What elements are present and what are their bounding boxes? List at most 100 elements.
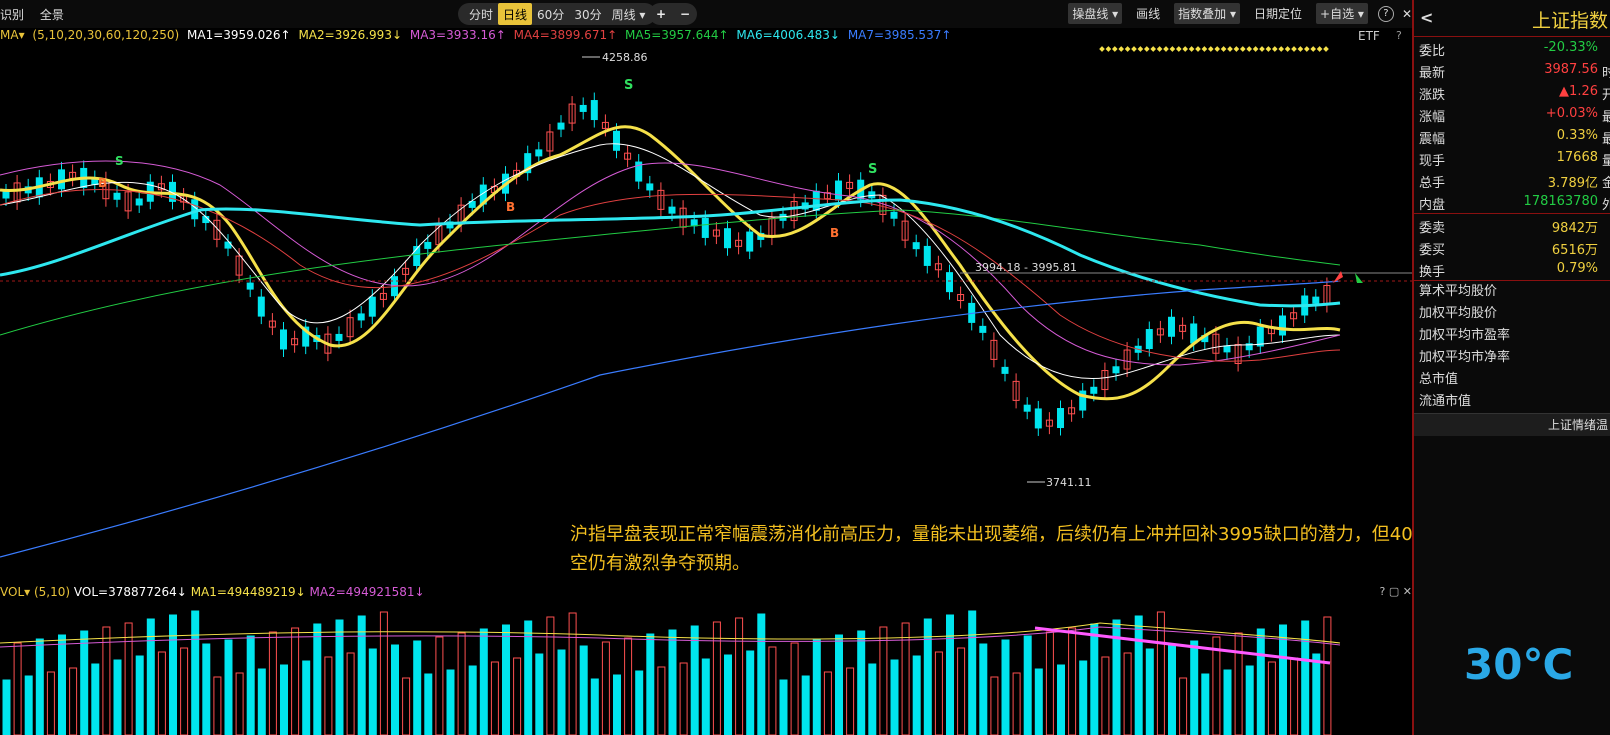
volume-bar xyxy=(1134,615,1143,735)
volume-bar xyxy=(857,630,866,735)
volume-bar xyxy=(1190,640,1199,735)
list-item: 加权平均市净率 xyxy=(1419,350,1511,365)
candle-body xyxy=(946,272,953,293)
volume-bar xyxy=(1234,632,1243,735)
ma10-line xyxy=(0,143,1341,380)
volume-bar xyxy=(946,614,954,735)
candle-body xyxy=(1145,329,1153,350)
candle-body xyxy=(646,183,654,191)
volume-bar xyxy=(934,651,943,735)
tab-daily[interactable]: 日线 xyxy=(498,3,533,25)
volume-bar xyxy=(746,650,755,735)
quote-row: 最新 3987.56 时 xyxy=(1414,59,1610,81)
candle-body xyxy=(1190,323,1198,344)
candle-body xyxy=(246,282,254,290)
panorama-button[interactable]: 全景 xyxy=(40,8,64,22)
signal-dot xyxy=(1201,46,1208,52)
period-selector: 分时 日线 60分 30分 周线 ▾ xyxy=(458,3,657,25)
ma-menu[interactable]: MA▾ xyxy=(0,28,25,42)
volume-bar xyxy=(990,676,999,735)
zoom-in-button[interactable]: + xyxy=(656,7,666,21)
volume-indicator-bar: VOL▾ (5,10) VOL=378877264↓ MA1=494489219… xyxy=(0,585,1412,601)
candles xyxy=(2,92,1331,436)
signal-dot xyxy=(1227,46,1233,52)
volume-bar xyxy=(790,642,799,735)
sell-signal: S xyxy=(115,154,124,168)
volume-bar xyxy=(668,629,677,735)
tab-60min[interactable]: 60分 xyxy=(532,3,569,25)
toolbar-left: 识别 全景 xyxy=(0,6,76,23)
volume-bar xyxy=(835,634,843,735)
volume-chart[interactable] xyxy=(0,603,1412,735)
vol-menu[interactable]: VOL▾ xyxy=(0,585,30,599)
quote-label: 最新 xyxy=(1419,66,1446,81)
vol-panel-icons[interactable]: ? ▢ ✕ xyxy=(1380,585,1412,598)
volume-bar xyxy=(24,675,33,735)
volume-bar xyxy=(779,679,788,735)
recognize-button[interactable]: 识别 xyxy=(0,8,24,22)
date-locate-button[interactable]: 日期定位 xyxy=(1250,3,1306,24)
quote-value: +0.03% xyxy=(1545,106,1598,121)
zoom-out-button[interactable]: − xyxy=(680,7,690,21)
signal-dot xyxy=(1310,46,1317,52)
volume-bar xyxy=(524,620,533,735)
volume-bar xyxy=(102,626,111,735)
etf-button[interactable]: ETF xyxy=(1358,29,1380,43)
vol-value: VOL=378877264↓ xyxy=(73,585,187,599)
back-icon[interactable]: < xyxy=(1420,8,1433,27)
volume-bar xyxy=(590,678,599,735)
quote-value: 3987.56 xyxy=(1544,62,1598,77)
ma3-value: MA3=3933.16↑ xyxy=(409,28,506,42)
candle-body xyxy=(668,206,676,214)
quote-extra: 时 xyxy=(1602,66,1610,81)
index-stats-list: 算术平均股价 加权平均股价 加权平均市盈率 加权平均市净率 总市值 流通市值 xyxy=(1414,281,1610,413)
quote-value: 6516万 xyxy=(1551,243,1598,258)
volume-bar xyxy=(69,667,78,735)
tab-30min[interactable]: 30分 xyxy=(569,3,606,25)
candle-body xyxy=(979,325,987,333)
volume-bar xyxy=(601,641,610,735)
candle-body xyxy=(257,296,265,317)
candle-body xyxy=(1057,408,1064,429)
volume-bar xyxy=(35,638,44,735)
tab-weekly[interactable]: 周线 ▾ xyxy=(607,3,651,25)
kline-chart[interactable]: 3994.18 - 3995.81 4258.86 3741.11 B B B … xyxy=(0,45,1412,585)
volume-bar xyxy=(557,649,566,735)
candle-body xyxy=(58,169,65,190)
tab-intraday[interactable]: 分时 xyxy=(464,3,498,25)
signal-dot xyxy=(1214,46,1221,52)
index-overlay-button[interactable]: 指数叠加 ▾ xyxy=(1174,3,1241,24)
high-label: 4258.86 xyxy=(602,51,648,64)
list-item: 加权平均股价 xyxy=(1419,306,1498,321)
close-icon[interactable]: ✕ xyxy=(1402,7,1412,21)
volume-bar xyxy=(169,614,177,735)
volume-bar xyxy=(690,625,699,735)
volume-bar xyxy=(490,661,499,735)
signal-dot xyxy=(1111,46,1118,52)
ma20-line xyxy=(0,160,1341,366)
signal-dot xyxy=(1169,46,1176,52)
ma6-value: MA6=4006.483↓ xyxy=(736,28,840,42)
candle-body xyxy=(835,180,842,201)
volume-bar xyxy=(735,617,744,735)
sell-signal: S xyxy=(624,78,633,93)
volume-bar xyxy=(257,668,266,735)
quote-value: 9842万 xyxy=(1551,221,1598,236)
signal-dot xyxy=(1124,46,1131,52)
quote-label: 现手 xyxy=(1419,154,1446,169)
ma7-value: MA7=3985.537↑ xyxy=(847,28,952,42)
add-watchlist-button[interactable]: +自选 ▾ xyxy=(1316,3,1368,24)
candle-body xyxy=(1090,386,1098,394)
volume-bar xyxy=(313,623,322,735)
quote-value: 0.79% xyxy=(1556,261,1598,276)
quote-extra: 金 xyxy=(1602,176,1610,191)
trading-line-button[interactable]: 操盘线 ▾ xyxy=(1068,3,1123,24)
signal-dots-row xyxy=(1099,46,1329,52)
vol-params: (5,10) xyxy=(33,585,71,599)
volume-bar xyxy=(379,611,388,735)
draw-line-button[interactable]: 画线 xyxy=(1132,3,1164,24)
ma-help-icon[interactable]: ? xyxy=(1396,29,1402,42)
signal-dot xyxy=(1291,46,1297,52)
help-icon[interactable]: ? xyxy=(1377,5,1394,22)
volume-bar xyxy=(1034,668,1043,735)
